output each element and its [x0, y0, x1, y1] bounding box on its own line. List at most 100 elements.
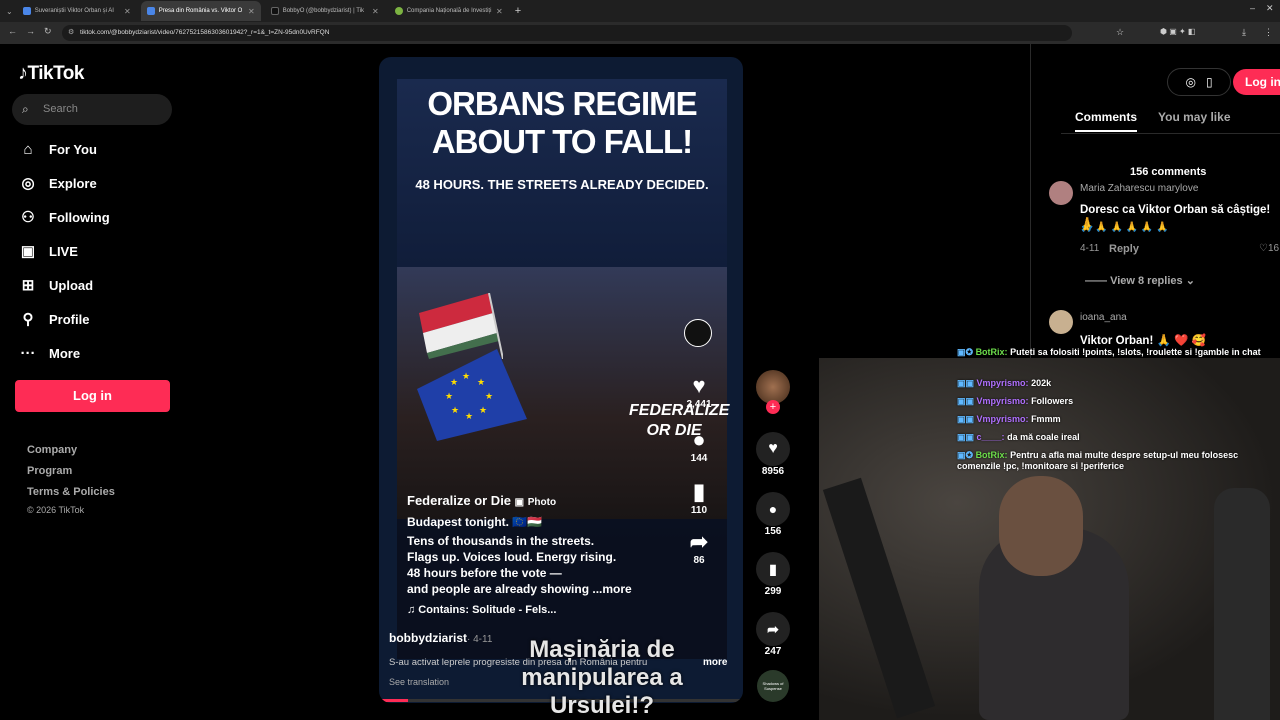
tab-search-icon[interactable]: ⌄	[6, 7, 13, 16]
login-button[interactable]: Log in	[15, 380, 170, 412]
site-favicon-icon	[394, 7, 403, 15]
progress-fill	[379, 699, 409, 702]
upload-icon: ⊞	[21, 277, 35, 294]
author-handle: bobbydziarist	[389, 631, 468, 645]
caption-line: Flags up. Voices loud. Energy rising.	[407, 550, 617, 564]
browser-tab-3[interactable]: BobbyO (@bobbydziarist) | Tik ✕	[265, 1, 385, 21]
browser-tab-2[interactable]: Presa din România vs. Viktor O ✕	[140, 1, 261, 21]
browser-tab-1[interactable]: Suveraniștii Viktor Orban și AI ✕	[17, 1, 137, 21]
sidebar-item-more[interactable]: ··· More	[16, 340, 186, 366]
chat-user: BotRix:	[975, 347, 1008, 357]
close-tab-icon[interactable]: ✕	[496, 7, 503, 16]
chat-message: ▣▣ Vmpyrismo: Followers	[957, 396, 1073, 407]
search-input[interactable]: ⌕ Search	[12, 94, 172, 125]
menu-icon[interactable]: ⋮	[1264, 27, 1273, 38]
back-icon[interactable]: ←	[8, 26, 17, 36]
reload-icon[interactable]: ↻	[44, 26, 52, 37]
caption-line[interactable]: and people are already showing ...more	[407, 581, 632, 597]
compass-icon[interactable]: ◎	[1185, 75, 1195, 89]
inner-like: ♥ 2,441	[679, 373, 719, 410]
sidebar-item-live[interactable]: ▣ LIVE	[16, 238, 186, 264]
heart-icon: ♥	[692, 373, 706, 398]
header-login-button[interactable]: Log in	[1233, 69, 1280, 95]
tiktok-logo[interactable]: ♪TikTok	[18, 62, 84, 85]
site-info-icon[interactable]: ⚙	[68, 25, 74, 41]
profile-icon: ⚲	[22, 311, 34, 328]
minimize-icon[interactable]: –	[1250, 3, 1255, 13]
video-player[interactable]: ★ ★ ★ ★ ★ ★ ★ ★ ORBANS REGIME ABOUT TO FALL! 48…	[379, 57, 743, 703]
heart-icon: ♥	[756, 432, 790, 466]
tiktok-note-icon: ♪	[18, 62, 28, 84]
follow-plus-icon[interactable]: +	[766, 400, 780, 414]
nav-label: Profile	[49, 311, 90, 327]
video-subhead: 48 HOURS. THE STREETS ALREADY DECIDED.	[415, 177, 709, 192]
sidebar-item-following[interactable]: ⚇ Following	[16, 204, 186, 230]
comment-like[interactable]: ♡16	[1259, 243, 1279, 254]
inner-save: ▮ 110	[679, 479, 719, 516]
browser-tab-4[interactable]: Compania Națională de Investiți ✕	[389, 1, 509, 21]
search-placeholder: Search	[43, 103, 78, 115]
tab-title: BobbyO (@bobbydziarist) | Tik	[282, 8, 365, 14]
chat-user: Vmpyrismo:	[976, 378, 1029, 388]
heart-outline-icon: ♡	[1259, 243, 1268, 254]
chat-badge-icon: ▣✪	[957, 347, 974, 357]
poster-avatar[interactable]	[684, 319, 712, 347]
live-icon: ▣	[20, 243, 36, 260]
view-replies-link[interactable]: —— View 8 replies ⌄	[1085, 274, 1195, 287]
sidebar: ♪TikTok ⌕ Search ⌂ For You ◎ Explore ⚇ Foll…	[0, 44, 200, 720]
share-button[interactable]: ➦ 247	[753, 612, 793, 657]
close-window-icon[interactable]: ✕	[1266, 3, 1274, 14]
close-tab-icon[interactable]: ✕	[248, 7, 255, 16]
music-label: Shadows of Suspense	[762, 681, 784, 691]
sound-label[interactable]: ♫ Contains: Solitude - Fels...	[407, 602, 556, 618]
bookmark-star-icon[interactable]: ☆	[1116, 27, 1124, 38]
view-replies-text: View 8 replies	[1110, 275, 1183, 287]
nav-label: Upload	[49, 277, 94, 293]
poster-account: Federalize or Die ▣ Photo	[407, 493, 556, 508]
comment-user[interactable]: ioana_ana	[1080, 312, 1127, 323]
see-translation-link[interactable]: See translation	[389, 677, 449, 687]
close-tab-icon[interactable]: ✕	[372, 7, 379, 16]
save-button[interactable]: ▮ 299	[753, 552, 793, 597]
chat-text: Fmmm	[1031, 414, 1061, 424]
reply-button[interactable]: Reply	[1109, 243, 1139, 255]
inner-share-count: 86	[693, 555, 705, 566]
footer-link-company[interactable]: Company	[27, 444, 77, 456]
tab-comments[interactable]: Comments	[1075, 110, 1138, 132]
creator-avatar[interactable]	[756, 370, 790, 404]
chat-message: ▣✪ BotRix: Pentru a afla mai multe despr…	[957, 450, 1267, 472]
phone-icon[interactable]: ▯	[1206, 75, 1213, 89]
compass-icon: ◎	[21, 175, 35, 192]
copyright: © 2026 TikTok	[27, 505, 85, 515]
extensions-icon[interactable]: ⬢ ▣ ✦ ◧	[1160, 27, 1195, 36]
new-tab-button[interactable]: +	[515, 5, 521, 17]
inner-save-count: 110	[690, 505, 708, 516]
chat-message: ▣▣ Vmpyrismo: Fmmm	[957, 414, 1061, 425]
chat-badge-icon: ▣▣	[957, 432, 975, 442]
comment-user[interactable]: Maria Zaharescu marylove	[1080, 183, 1198, 194]
avatar[interactable]	[1049, 310, 1073, 334]
footer-link-terms[interactable]: Terms & Policies	[27, 486, 115, 498]
download-icon[interactable]: ⤓	[1242, 27, 1246, 38]
avatar[interactable]	[1049, 181, 1073, 205]
comment-button[interactable]: ● 156	[753, 492, 793, 537]
poster-account-name: Federalize or Die	[407, 493, 512, 508]
tab-you-may-like[interactable]: You may like	[1158, 110, 1230, 132]
svg-text:★: ★	[485, 391, 493, 401]
sidebar-item-upload[interactable]: ⊞ Upload	[16, 272, 186, 298]
icon-buttons: ◎ ▯	[1167, 68, 1231, 96]
sidebar-item-for-you[interactable]: ⌂ For You	[16, 136, 186, 162]
forward-icon[interactable]: →	[26, 26, 35, 36]
sidebar-item-profile[interactable]: ⚲ Profile	[16, 306, 186, 332]
share-icon: ➦	[689, 529, 709, 554]
nav-label: Explore	[49, 175, 97, 191]
url-field[interactable]: ⚙ tiktok.com/@bobbydziarist/video/762752…	[62, 25, 1072, 41]
close-tab-icon[interactable]: ✕	[124, 7, 131, 16]
footer-link-program[interactable]: Program	[27, 465, 72, 477]
comment-emoji: 🙏 🙏 🙏 🙏 🙏 🙏	[1080, 222, 1169, 233]
like-button[interactable]: ♥ 8956	[753, 432, 793, 477]
tabs-divider	[1061, 133, 1280, 134]
music-disc[interactable]: Shadows of Suspense	[757, 670, 789, 702]
sidebar-item-explore[interactable]: ◎ Explore	[16, 170, 186, 196]
photo-tag: Photo	[527, 497, 557, 508]
